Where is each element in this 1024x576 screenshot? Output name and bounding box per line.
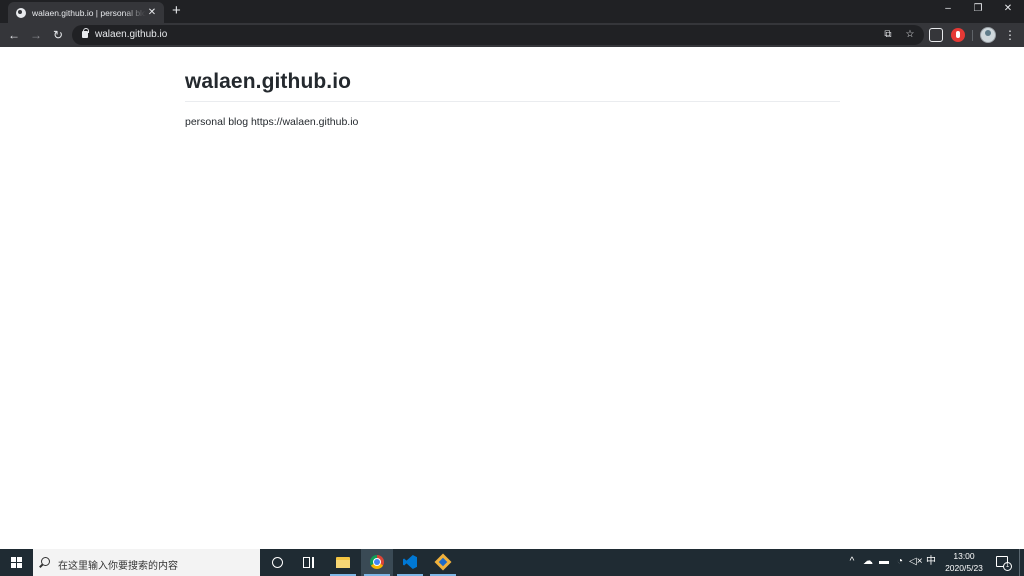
taskbar: 在这里输入你要搜索的内容 ^ ☁ ▬ ◔ ◁× 中 13:00 2020/5/2… (0, 549, 1024, 576)
close-window-button[interactable]: ✕ (998, 3, 1018, 14)
page-title: walaen.github.io (185, 70, 352, 93)
taskbar-search-input[interactable]: 在这里输入你要搜索的内容 (33, 549, 260, 576)
taskbar-app-vscode[interactable] (394, 549, 426, 576)
task-view-icon (303, 557, 315, 568)
cortana-icon (272, 557, 283, 568)
back-button[interactable]: ← (6, 27, 22, 43)
chrome-icon (370, 555, 384, 569)
bookmark-star-icon[interactable]: ☆ (903, 28, 917, 42)
lock-icon[interactable] (82, 28, 89, 38)
extension-red-icon[interactable] (951, 28, 965, 42)
restore-button[interactable]: ❐ (968, 3, 988, 14)
translate-icon[interactable]: ⧉ (881, 28, 895, 42)
globe-icon (16, 7, 26, 18)
profile-avatar[interactable] (980, 27, 996, 43)
folder-icon (336, 557, 350, 568)
windows-logo-icon (11, 557, 22, 568)
start-button[interactable] (0, 549, 32, 576)
volume-muted-icon[interactable]: ◁× (909, 556, 923, 568)
page-description: personal blog https://walaen.github.io (185, 116, 359, 128)
notification-count-badge: 1 (1003, 562, 1012, 571)
taskbar-app-file-explorer[interactable] (327, 549, 359, 576)
clock-date[interactable]: 2020/5/23 (936, 563, 992, 573)
new-tab-button[interactable]: + (172, 3, 181, 19)
vscode-icon (403, 555, 417, 569)
battery-icon[interactable]: ▬ (878, 556, 890, 568)
browser-toolbar: ← → ↻ walaen.github.io ⧉ ☆ ⋮ (0, 23, 1024, 47)
gitkraken-icon (434, 553, 452, 571)
show-desktop-button[interactable] (1019, 549, 1020, 576)
taskbar-app-chrome[interactable] (361, 549, 393, 576)
forward-button[interactable]: → (28, 27, 44, 43)
taskbar-app-gitkraken[interactable] (427, 549, 459, 576)
page-content: walaen.github.io personal blog https://w… (0, 47, 1024, 549)
url-text[interactable]: walaen.github.io (95, 29, 167, 40)
toolbar-separator (972, 30, 973, 41)
tab-title: walaen.github.io | personal blog (32, 7, 146, 18)
search-placeholder: 在这里输入你要搜索的内容 (58, 561, 178, 572)
search-icon (41, 557, 50, 566)
wifi-icon[interactable]: ◔ (894, 556, 906, 568)
tab-close-icon[interactable]: ✕ (146, 7, 158, 18)
task-view-button[interactable] (293, 549, 325, 576)
clock-time[interactable]: 13:00 (936, 551, 992, 561)
browser-tab[interactable]: walaen.github.io | personal blog ✕ (8, 2, 164, 23)
cortana-button[interactable] (261, 549, 293, 576)
extension-icon[interactable] (929, 28, 943, 42)
browser-tab-strip: walaen.github.io | personal blog ✕ + – ❐… (0, 0, 1024, 23)
title-divider (185, 101, 840, 102)
address-bar[interactable]: walaen.github.io ⧉ ☆ (72, 25, 924, 45)
onedrive-cloud-icon[interactable]: ☁ (862, 556, 874, 568)
tray-overflow-chevron-icon[interactable]: ^ (846, 556, 858, 568)
browser-menu-icon[interactable]: ⋮ (1004, 27, 1016, 43)
reload-button[interactable]: ↻ (50, 27, 66, 43)
minimize-button[interactable]: – (938, 3, 958, 14)
